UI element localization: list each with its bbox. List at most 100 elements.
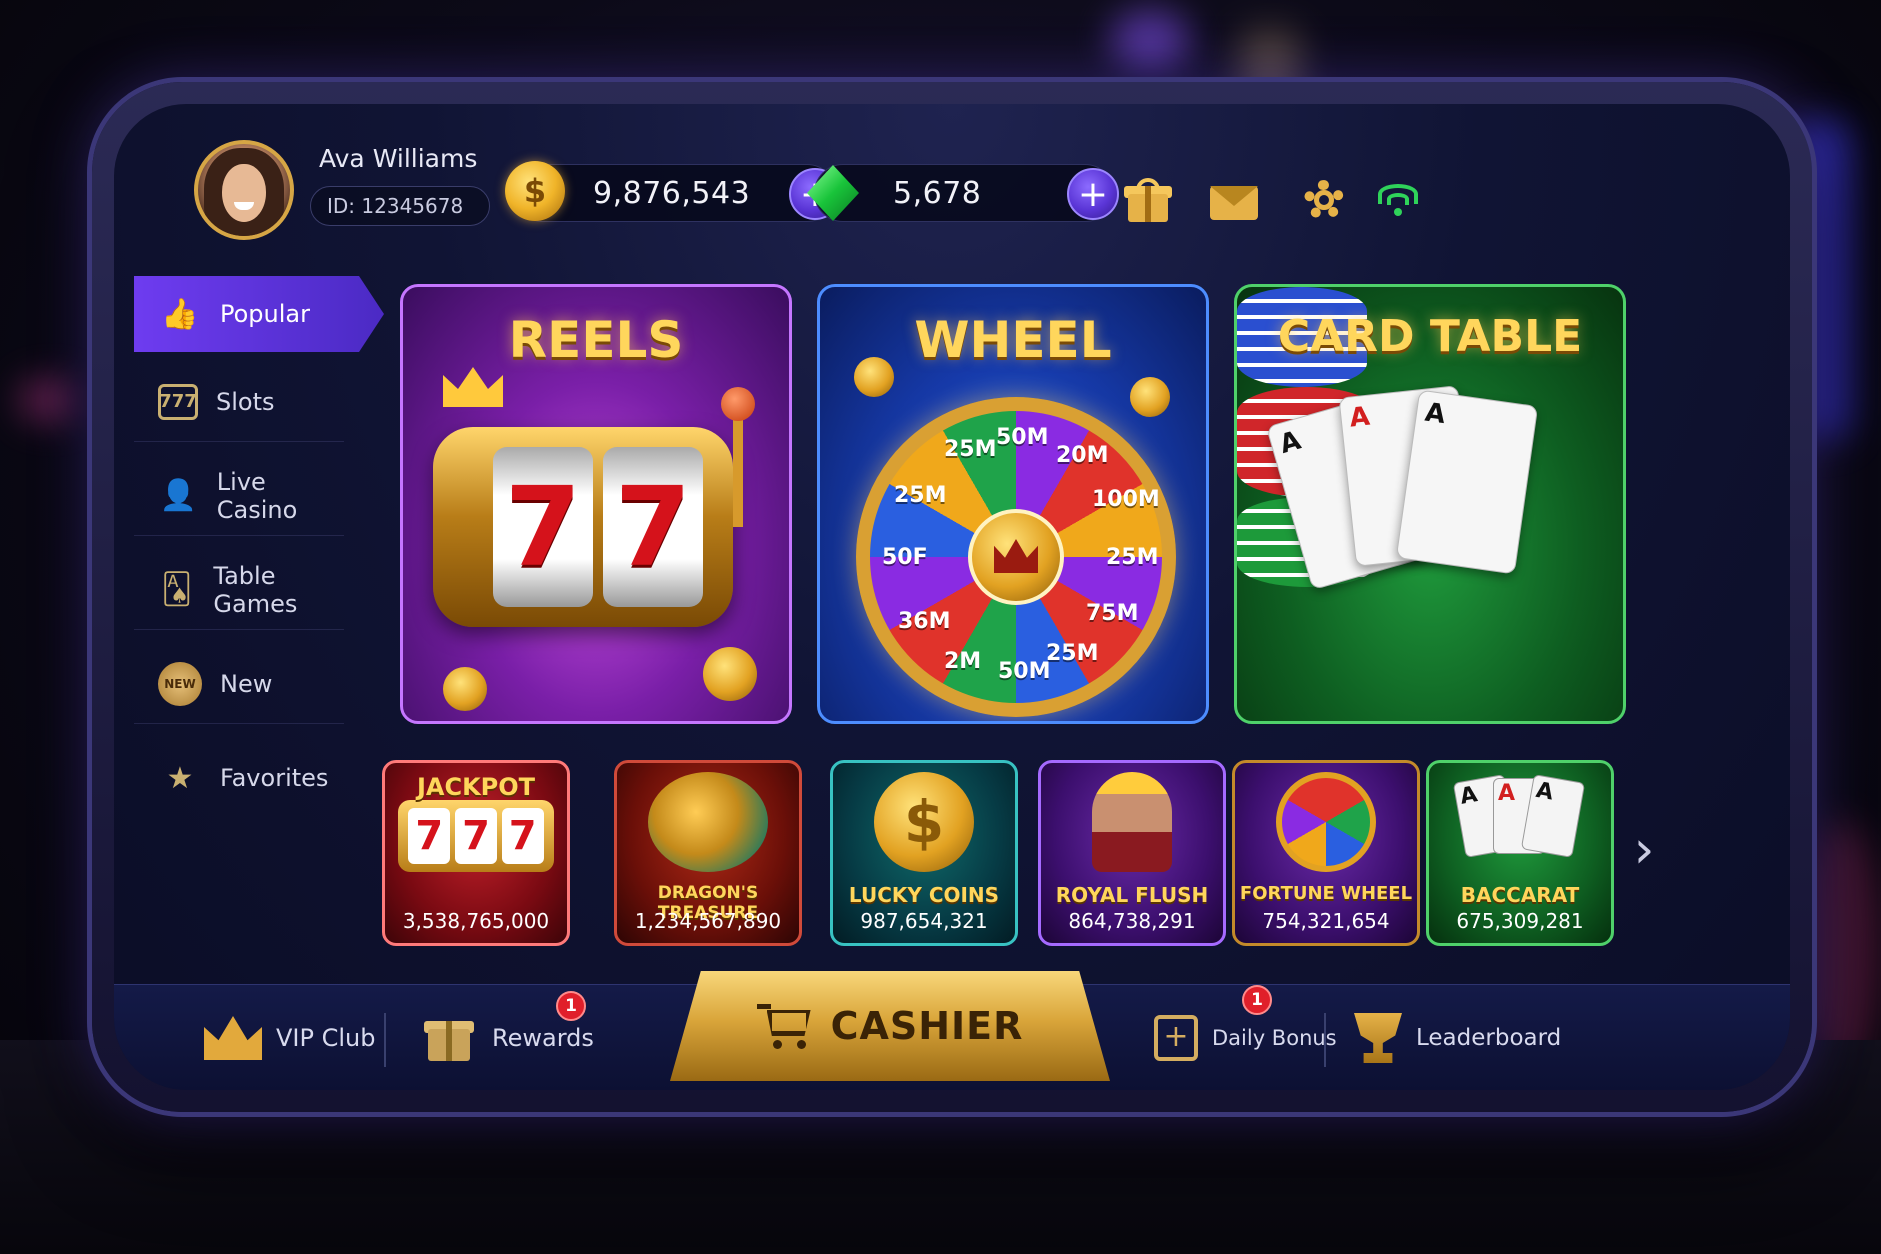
divider	[384, 1013, 386, 1067]
wifi-arc	[1387, 193, 1409, 205]
reel-symbol: 7	[603, 447, 703, 607]
coin-decoration	[703, 647, 757, 701]
cart-basket	[766, 1010, 811, 1036]
cards-art: A A A	[1452, 772, 1586, 872]
crown-icon	[204, 1016, 262, 1060]
crown-icon	[443, 367, 503, 407]
gem-balance-value: 5,678	[893, 175, 982, 211]
coin-balance-value: 9,876,543	[593, 175, 751, 211]
game-card-fortune-wheel[interactable]: FORTUNE WHEEL 754,321,654	[1232, 760, 1420, 946]
wheel-segment-label: 25M	[894, 483, 947, 508]
wifi-dot	[1394, 208, 1402, 216]
wheel-segment-label: 50M	[996, 425, 1049, 450]
jackpot-value: 1,234,567,890	[634, 909, 782, 933]
gear-icon[interactable]	[1300, 178, 1348, 222]
game-title: BACCARAT	[1460, 883, 1580, 907]
game-art	[1041, 763, 1223, 881]
sidebar-item-live-casino[interactable]: 👤 Live Casino	[134, 456, 344, 536]
tile-title: REELS	[508, 311, 684, 369]
wheel-segment-label: 36M	[898, 609, 951, 634]
background-light	[20, 380, 80, 420]
wheel-segment-label: 50F	[882, 545, 928, 570]
tile-title: CARD TABLE	[1277, 311, 1583, 362]
wheel-segment-label: 50M	[998, 659, 1051, 684]
coin-decoration	[443, 667, 487, 711]
divider	[1324, 1013, 1326, 1067]
slot-777-art: 777	[398, 800, 554, 872]
nav-label: Rewards	[492, 1024, 594, 1052]
add-gems-button[interactable]: +	[1067, 168, 1119, 220]
reel-symbol: 7	[493, 447, 593, 607]
nav-daily-bonus[interactable]: + Daily Bonus	[1154, 1003, 1337, 1073]
gem-balance: 5,678 +	[807, 164, 1119, 222]
nav-leaderboard[interactable]: Leaderboard	[1354, 1003, 1561, 1073]
reel-symbol: 7	[408, 808, 451, 864]
user-id: ID: 12345678	[310, 186, 490, 226]
game-card-royal-flush[interactable]: ROYAL FLUSH 864,738,291	[1038, 760, 1226, 946]
jackpot-value: 987,654,321	[860, 909, 988, 933]
game-art: A A A	[1429, 763, 1611, 881]
jackpot-value: 675,309,281	[1456, 909, 1584, 933]
sidebar-item-label: Table Games	[213, 561, 298, 618]
sidebar-item-label: New	[220, 669, 273, 698]
slot-lever-knob	[721, 387, 755, 421]
nav-label: VIP Club	[276, 1024, 376, 1052]
chevron-right-icon[interactable]: ›	[1624, 820, 1664, 880]
notification-badge: 1	[1242, 985, 1272, 1015]
king-art	[1092, 772, 1172, 872]
sidebar-item-label: Favorites	[220, 764, 329, 792]
game-art	[617, 763, 799, 881]
new-badge-icon: NEW	[158, 661, 202, 706]
sidebar-item-favorites[interactable]: ★ Favorites	[134, 738, 344, 818]
gift-icon	[424, 1011, 478, 1065]
coin-balance: $ 9,876,543 +	[505, 161, 841, 222]
game-card-dragons-treasure[interactable]: DRAGON'S TREASURE 1,234,567,890	[614, 760, 802, 946]
coin-icon: $	[505, 161, 565, 221]
nav-vip-club[interactable]: VIP Club	[204, 1003, 375, 1073]
gift-ribbon	[1145, 186, 1151, 222]
wheel-segment-label: 20M	[1056, 443, 1109, 468]
category-sidebar: 👍 Popular 777 Slots 👤 Live Casino 🂡 Tabl…	[134, 276, 384, 976]
sidebar-item-slots[interactable]: 777 Slots	[134, 362, 344, 442]
game-title: LUCKY COINS	[848, 883, 1000, 907]
jackpot-value: 3,538,765,000	[402, 909, 550, 933]
dollar-coin-art: $	[874, 772, 974, 872]
cart-wheel	[796, 1040, 806, 1049]
game-title: FORTUNE WHEEL	[1239, 883, 1413, 904]
avatar[interactable]	[194, 140, 294, 240]
cashier-label: CASHIER	[830, 1004, 1024, 1048]
sidebar-item-table-games[interactable]: 🂡 Table Games	[134, 550, 344, 630]
cart-wheel	[772, 1040, 782, 1049]
app-screen: Ava Williams ID: 12345678 $ 9,876,543 + …	[114, 104, 1790, 1090]
featured-reels-tile[interactable]: REELS 7 7	[400, 284, 792, 724]
gear-center	[1314, 190, 1334, 210]
sidebar-item-label: Popular	[220, 300, 310, 328]
gift-icon[interactable]	[1124, 178, 1172, 222]
game-card-jackpot[interactable]: 777 JACKPOT 3,538,765,000	[382, 760, 570, 946]
game-title: ROYAL FLUSH	[1055, 883, 1209, 907]
notification-badge: 1	[556, 991, 586, 1021]
featured-card-table-tile[interactable]: CARD TABLE A A A	[1234, 284, 1626, 724]
wheel-hub	[968, 509, 1064, 605]
reel-symbol: 7	[501, 808, 544, 864]
sidebar-item-new[interactable]: NEW New	[134, 644, 344, 724]
featured-wheel-tile[interactable]: WHEEL 50M 20M 100M 25M 75M 25M 50M 25M 5…	[817, 284, 1209, 724]
reel-symbol: 7	[454, 808, 497, 864]
slot-lever	[733, 407, 743, 527]
crown-icon	[994, 539, 1038, 573]
mail-flap	[1210, 186, 1258, 206]
coin-decoration	[1130, 377, 1170, 417]
sidebar-item-popular[interactable]: 👍 Popular	[134, 276, 384, 352]
bottom-nav: VIP Club Rewards 1 CASHIER + Daily Bonus…	[114, 971, 1790, 1090]
wheel-segment-label: 2M	[944, 649, 982, 674]
slot-machine-art: 7 7	[433, 427, 733, 627]
calendar-plus-icon: +	[1154, 1015, 1198, 1061]
sidebar-item-label: Slots	[216, 387, 275, 416]
game-card-lucky-coins[interactable]: $ LUCKY COINS 987,654,321	[830, 760, 1018, 946]
playing-card: A	[1395, 389, 1539, 575]
cashier-button[interactable]: CASHIER	[670, 971, 1110, 1081]
game-card-baccarat[interactable]: A A A BACCARAT 675,309,281	[1426, 760, 1614, 946]
mail-icon[interactable]	[1210, 178, 1258, 222]
game-art: $	[833, 763, 1015, 881]
coin-decoration	[854, 357, 894, 397]
